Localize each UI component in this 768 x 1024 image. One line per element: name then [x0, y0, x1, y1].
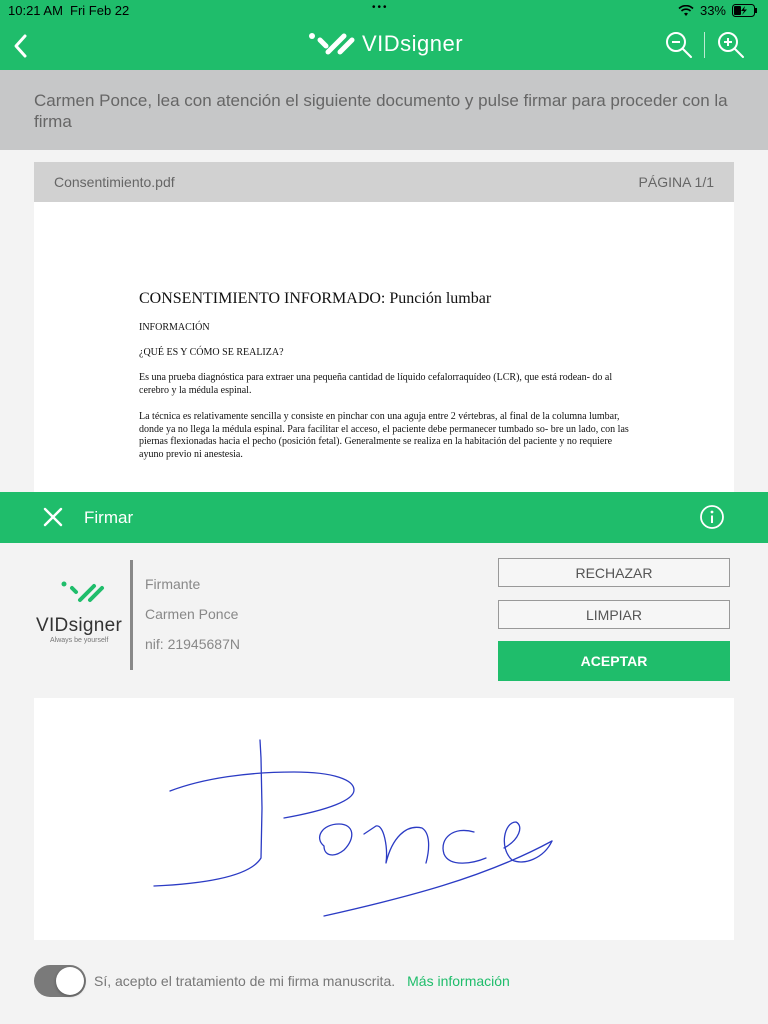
signer-logo: VIDsigner Always be yourself — [36, 580, 126, 644]
consent-row: Sí, acepto el tratamiento de mi firma ma… — [34, 965, 510, 997]
close-icon[interactable] — [40, 504, 66, 530]
consent-toggle[interactable] — [34, 965, 86, 997]
app-header: VIDsigner — [0, 22, 768, 70]
toggle-knob — [56, 967, 84, 995]
header-divider — [704, 32, 705, 58]
sign-panel-title: Firmar — [84, 508, 134, 527]
brand-logo: VIDsigner — [308, 30, 463, 58]
zoom-out-icon[interactable] — [664, 30, 694, 60]
document-toolbar: Consentimiento.pdf PÁGINA 1/1 — [34, 162, 734, 202]
signature-canvas[interactable] — [34, 698, 734, 940]
document-filename: Consentimiento.pdf — [54, 174, 175, 190]
signature-stroke — [153, 739, 553, 917]
vidsigner-logo-icon — [309, 33, 355, 55]
battery-percent: 33% — [699, 3, 726, 18]
signer-name: Carmen Ponce — [145, 606, 239, 622]
document-section: INFORMACIÓN — [139, 322, 210, 333]
accept-button[interactable]: ACEPTAR — [498, 641, 730, 681]
consent-text: Sí, acepto el tratamiento de mi firma ma… — [94, 973, 396, 989]
reject-button[interactable]: RECHAZAR — [498, 558, 730, 587]
more-info-link[interactable]: Más información — [407, 973, 510, 989]
status-bar: 10:21 AM Fri Feb 22 ••• 33% — [0, 0, 768, 22]
document-viewer[interactable]: Consentimiento.pdf PÁGINA 1/1 CONSENTIMI… — [34, 162, 734, 492]
signer-info: Firmante Carmen Ponce nif: 21945687N — [145, 576, 240, 666]
info-icon[interactable] — [699, 504, 725, 530]
page-indicator: PÁGINA 1/1 — [638, 174, 714, 190]
status-date: Fri Feb 22 — [70, 3, 130, 18]
vidsigner-logo-icon — [61, 581, 104, 602]
wifi-icon — [678, 4, 694, 16]
document-question: ¿QUÉ ES Y CÓMO SE REALIZA? — [139, 347, 284, 358]
back-chevron-icon[interactable] — [8, 30, 40, 62]
clear-button[interactable]: LIMPIAR — [498, 600, 730, 629]
document-page: CONSENTIMIENTO INFORMADO: Punción lumbar… — [34, 290, 734, 461]
battery-charging-icon — [732, 4, 757, 17]
status-right: 33% — [678, 3, 758, 18]
signer-divider — [130, 560, 133, 670]
instruction-banner: Carmen Ponce, lea con atención el siguie… — [0, 70, 768, 150]
document-title: CONSENTIMIENTO INFORMADO: Punción lumbar — [139, 290, 492, 307]
logo-wordmark: VIDsigner — [36, 615, 123, 636]
status-time: 10:21 AM — [8, 3, 63, 18]
multitask-dots-icon: ••• — [372, 2, 389, 13]
signer-label: Firmante — [145, 576, 201, 592]
document-paragraph: Es una prueba diagnóstica para extraer u… — [139, 372, 613, 396]
sign-panel-header: Firmar — [0, 492, 768, 543]
document-paragraph: La técnica es relativamente sencilla y c… — [139, 411, 629, 460]
zoom-in-icon[interactable] — [716, 30, 746, 60]
signer-nif: nif: 21945687N — [145, 636, 240, 652]
logo-tagline: Always be yourself — [50, 637, 109, 644]
brand-name: VIDsigner — [362, 31, 464, 56]
